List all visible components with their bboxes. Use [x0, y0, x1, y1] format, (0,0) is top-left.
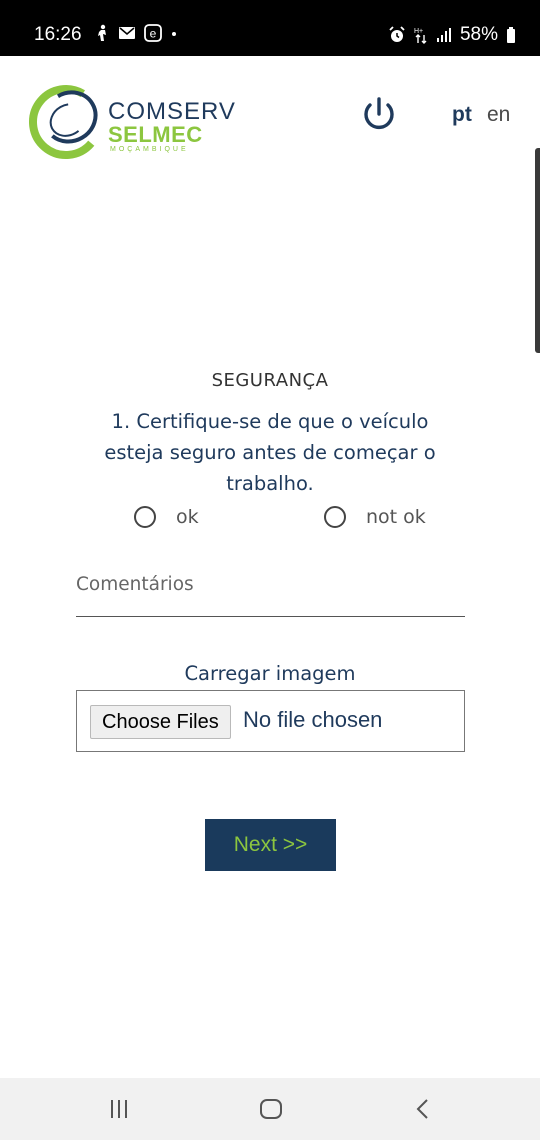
next-button[interactable]: Next >>: [205, 819, 336, 871]
back-icon[interactable]: [408, 1096, 438, 1122]
signal-icon: [436, 28, 451, 42]
hiking-icon: [98, 24, 106, 41]
status-bar: 16:26 e H+ 58%: [0, 0, 540, 56]
recent-apps-icon[interactable]: [105, 1096, 135, 1122]
power-icon[interactable]: [360, 96, 398, 134]
battery-icon: [507, 27, 515, 43]
scrollbar[interactable]: [535, 148, 540, 353]
mail-icon: [119, 27, 135, 39]
comments-placeholder: Comentários: [76, 574, 194, 595]
notification-icons: e: [94, 24, 178, 42]
radio-not-ok-circle[interactable]: [324, 506, 346, 528]
language-en-link[interactable]: en: [487, 103, 510, 127]
alarm-icon: [389, 26, 405, 42]
language-pt-link[interactable]: pt: [452, 103, 472, 127]
file-status: No file chosen: [243, 707, 383, 732]
company-logo: COMSERV SELMEC MOÇAMBIQUE: [28, 84, 235, 160]
upload-title: Carregar imagem: [184, 662, 356, 685]
logo-text-selmec: SELMEC: [108, 122, 203, 147]
more-dot-icon: [172, 32, 176, 36]
system-icons: H+ 58%: [388, 24, 516, 46]
file-input[interactable]: Choose Files No file chosen: [76, 690, 465, 752]
radio-not-ok[interactable]: not ok: [324, 506, 426, 528]
radio-not-ok-label[interactable]: not ok: [366, 506, 426, 528]
svg-text:H+: H+: [414, 28, 423, 35]
radio-ok-circle[interactable]: [134, 506, 156, 528]
question-text: 1. Certifique-se de que o veículo esteja…: [104, 410, 436, 495]
app-e-icon: e: [144, 24, 162, 42]
section-title: SEGURANÇA: [211, 370, 329, 391]
logo-swirl-icon: [29, 85, 103, 159]
choose-files-button[interactable]: Choose Files: [90, 705, 231, 739]
home-icon[interactable]: [256, 1096, 286, 1122]
radio-ok[interactable]: ok: [134, 506, 199, 528]
logo-text-mocambique: MOÇAMBIQUE: [110, 146, 189, 153]
data-arrows-icon: H+: [414, 28, 427, 44]
battery-percent: 58%: [459, 24, 498, 45]
radio-ok-label[interactable]: ok: [176, 506, 199, 528]
status-time: 16:26: [34, 24, 82, 45]
android-nav-bar: [0, 1078, 540, 1140]
svg-text:e: e: [150, 27, 157, 41]
